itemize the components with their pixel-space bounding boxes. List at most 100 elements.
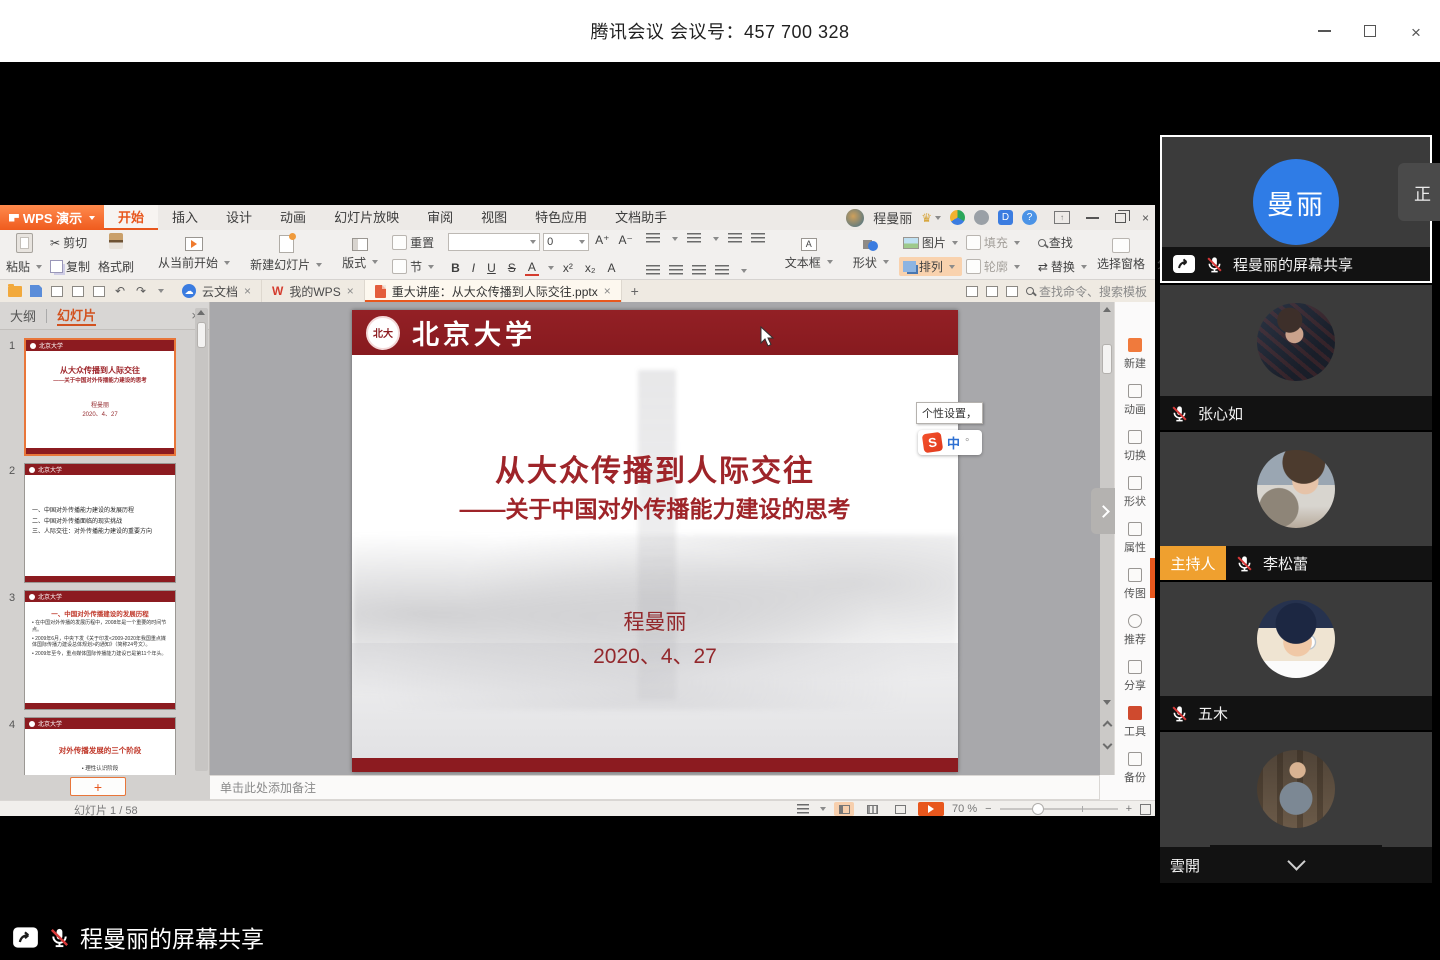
subscript-button[interactable]: x₂ xyxy=(582,261,599,275)
numbered-list-icon[interactable] xyxy=(687,233,701,244)
cloud-drive-icon[interactable] xyxy=(950,210,965,225)
ribbon-tab-special-features[interactable]: 特色应用 xyxy=(521,205,601,230)
help-icon[interactable]: ? xyxy=(1022,210,1037,225)
participant-tile-sharing[interactable]: 曼丽 程曼丽的屏幕共享 xyxy=(1160,135,1432,283)
rail-item-new[interactable]: 新建 xyxy=(1124,338,1146,371)
normal-view-button[interactable] xyxy=(834,802,854,816)
align-right-icon[interactable] xyxy=(692,265,706,276)
zoom-slider[interactable] xyxy=(1000,808,1118,810)
font-color-button[interactable]: A xyxy=(525,260,539,276)
rail-item-upload-image[interactable]: 传图 xyxy=(1124,568,1146,601)
zoom-in-button[interactable]: + xyxy=(1126,803,1132,815)
new-tab-button[interactable]: + xyxy=(622,280,648,302)
ribbon-tab-view[interactable]: 视图 xyxy=(467,205,521,230)
search-command-input[interactable]: 查找命令、搜索模板 xyxy=(1026,283,1151,300)
ribbon-tab-slideshow[interactable]: 幻灯片放映 xyxy=(320,205,413,230)
reset-button[interactable]: 重置 xyxy=(388,233,438,252)
bullet-list-icon[interactable] xyxy=(646,233,660,244)
wps-restore-button[interactable] xyxy=(1115,213,1126,223)
vip-crown-badge[interactable]: ♛ xyxy=(921,211,941,225)
format-painter-button[interactable]: 格式刷 xyxy=(94,257,138,276)
output-icon[interactable] xyxy=(50,284,64,298)
slide-thumbnail-1[interactable]: 北京大学 从大众传播到人际交往 ——关于中国对外传播能力建设的思考 程曼丽 20… xyxy=(24,338,176,456)
strikethrough-button[interactable]: S xyxy=(505,261,519,275)
rail-item-transition[interactable]: 切换 xyxy=(1124,430,1146,463)
play-from-current-button[interactable]: 从当前开始 xyxy=(148,232,240,277)
slide-canvas[interactable]: 北大 北京大学 从大众传播到人际交往 ——关于中国对外传播能力建设的思考 程曼丽… xyxy=(352,310,958,772)
rail-item-recommend[interactable]: 推荐 xyxy=(1124,614,1146,647)
doc-tab-presentation[interactable]: 重大讲座：从大众传播到人际交往.pptx × xyxy=(365,280,622,302)
slideshow-play-button[interactable] xyxy=(918,802,944,816)
tab-outline[interactable]: 大纲 xyxy=(10,306,36,325)
find-button[interactable]: 查找 xyxy=(1034,233,1091,252)
collapse-participants-button[interactable] xyxy=(1210,845,1382,883)
account-name[interactable]: 程曼丽 xyxy=(873,208,912,227)
superscript-button[interactable]: x² xyxy=(560,261,576,275)
decrease-font-button[interactable]: A⁻ xyxy=(615,233,635,251)
align-center-icon[interactable] xyxy=(669,265,683,276)
outline-button[interactable]: 轮廓 xyxy=(962,257,1024,276)
rail-item-properties[interactable]: 属性 xyxy=(1124,522,1146,555)
present-mode-icon[interactable] xyxy=(966,286,978,297)
shape-button[interactable]: 形状 xyxy=(843,232,899,277)
section-button[interactable]: 节 xyxy=(388,257,438,276)
minimize-button[interactable] xyxy=(1316,23,1332,39)
ribbon-tab-animation[interactable]: 动画 xyxy=(266,205,320,230)
reading-view-button[interactable] xyxy=(890,802,910,816)
cut-button[interactable]: ✂剪切 xyxy=(46,233,94,252)
scroll-up-icon[interactable] xyxy=(1103,307,1111,312)
line-spacing-icon[interactable] xyxy=(715,265,729,276)
ribbon-tab-design[interactable]: 设计 xyxy=(212,205,266,230)
notes-toggle-icon[interactable] xyxy=(797,804,809,815)
font-name-select[interactable] xyxy=(448,233,540,251)
rail-item-animation[interactable]: 动画 xyxy=(1124,384,1146,417)
print-icon[interactable] xyxy=(71,284,85,298)
rail-collapse-handle[interactable] xyxy=(1091,488,1115,534)
next-slide-button[interactable] xyxy=(1101,738,1113,751)
slide-thumbnail-4[interactable]: 北京大学 对外传播发展的三个阶段 • 理性认识阶段 xyxy=(24,717,176,775)
ime-toolbar[interactable]: S 中 ° xyxy=(918,430,982,455)
add-slide-button[interactable]: + xyxy=(70,777,126,796)
indent-increase-icon[interactable] xyxy=(751,233,765,244)
tab-close-icon[interactable]: × xyxy=(244,284,251,298)
quick-access-dropdown-icon[interactable] xyxy=(158,289,164,293)
paste-button[interactable]: 粘贴 xyxy=(2,257,46,276)
skin-icon[interactable] xyxy=(974,210,989,225)
previous-slide-button[interactable] xyxy=(1101,719,1113,732)
wps-app-button[interactable]: WPS 演示 xyxy=(0,205,104,230)
participant-tile[interactable]: 五木 xyxy=(1160,582,1432,730)
account-avatar[interactable] xyxy=(846,209,864,227)
ime-mode-chinese[interactable]: 中 xyxy=(947,433,960,452)
print-preview-icon[interactable] xyxy=(92,284,106,298)
arrange-button[interactable]: 排列 xyxy=(899,257,962,276)
selection-pane-button[interactable]: 选择窗格 xyxy=(1091,232,1151,277)
tab-slides[interactable]: 幻灯片 xyxy=(57,305,96,326)
ribbon-tab-insert[interactable]: 插入 xyxy=(158,205,212,230)
new-slide-button[interactable]: 新建幻灯片 xyxy=(240,232,332,277)
fill-button[interactable]: 填充 xyxy=(962,233,1024,252)
rail-item-backup[interactable]: 备份 xyxy=(1124,752,1146,785)
wps-minimize-button[interactable] xyxy=(1086,217,1099,219)
replace-button[interactable]: ⇄替换 xyxy=(1034,257,1091,276)
ribbon-tab-doc-assistant[interactable]: 文档助手 xyxy=(601,205,681,230)
layout-button[interactable]: 版式 xyxy=(332,232,388,277)
fit-slide-button[interactable] xyxy=(1140,804,1151,815)
wps-close-button[interactable]: × xyxy=(1142,211,1149,225)
ime-punct-icon[interactable]: ° xyxy=(965,437,969,449)
scroll-up-icon[interactable] xyxy=(197,310,205,315)
redo-icon[interactable]: ↷ xyxy=(134,284,148,298)
pane-mode-icon[interactable] xyxy=(1006,286,1018,297)
scrollbar-thumb[interactable] xyxy=(197,322,206,348)
rail-item-tools[interactable]: 工具 xyxy=(1124,706,1146,739)
scrollbar-thumb[interactable] xyxy=(1102,344,1112,374)
italic-button[interactable]: I xyxy=(469,261,478,275)
scroll-down-icon[interactable] xyxy=(1103,700,1111,705)
font-size-select[interactable]: 0 xyxy=(543,233,589,251)
tab-close-icon[interactable]: × xyxy=(347,284,354,298)
slide-sorter-button[interactable] xyxy=(862,802,882,816)
rail-item-shape[interactable]: 形状 xyxy=(1124,476,1146,509)
participant-tile-host[interactable]: 主持人 李松蕾 xyxy=(1160,432,1432,580)
participant-tile[interactable]: 张心如 xyxy=(1160,285,1432,430)
undo-icon[interactable]: ↶ xyxy=(113,284,127,298)
increase-font-button[interactable]: A⁺ xyxy=(592,233,612,251)
